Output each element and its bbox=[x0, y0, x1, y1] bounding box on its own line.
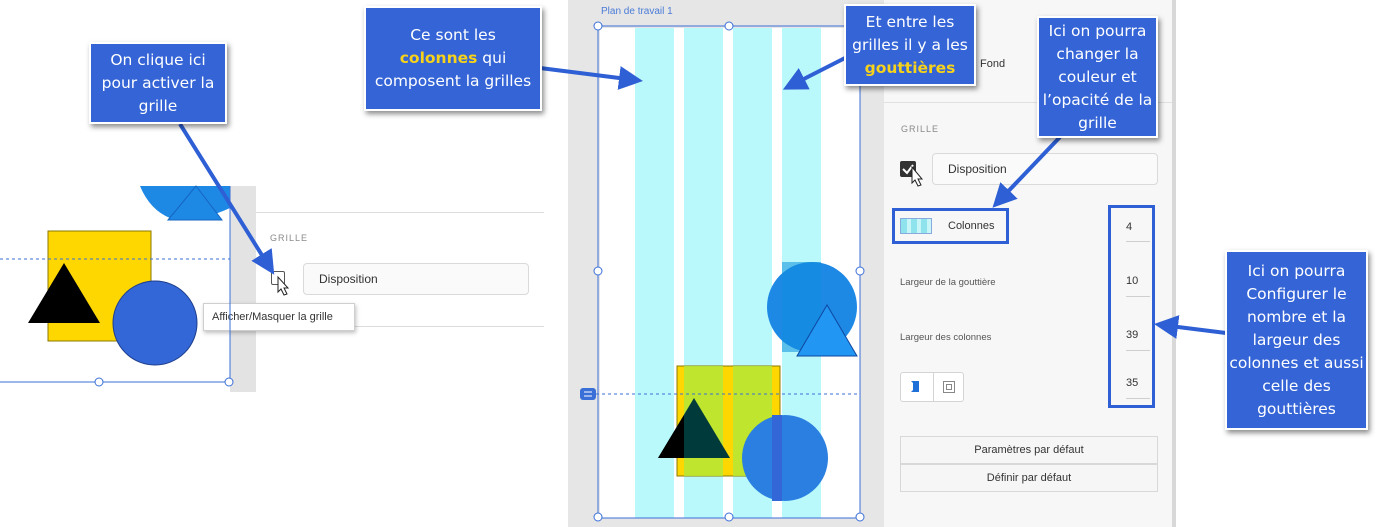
arrow-gutters bbox=[782, 56, 846, 90]
callout-text: On clique ici pour activer la grille bbox=[101, 50, 215, 115]
callout-text: Et entre les grilles il y a les gouttièr… bbox=[852, 12, 968, 77]
arrow-color bbox=[992, 135, 1062, 208]
callout-text: Ici on pourra changer la couleur et l’op… bbox=[1042, 21, 1153, 132]
arrow-columns bbox=[539, 66, 643, 90]
callout-gutters: Et entre les grilles il y a les gouttièr… bbox=[844, 4, 976, 86]
arrow-configure bbox=[1154, 315, 1227, 339]
arrow-activate bbox=[178, 122, 275, 275]
callout-text: Ici on pourra Configurer le nombre et la… bbox=[1229, 261, 1364, 418]
callout-text: Ce sont les colonnes qui composent la gri… bbox=[374, 26, 532, 90]
callout-columns: Ce sont les colonnes qui composent la gri… bbox=[364, 6, 542, 111]
callout-activate-grid: On clique ici pour activer la grille bbox=[89, 42, 227, 124]
callout-configure: Ici on pourra Configurer le nombre et la… bbox=[1225, 250, 1368, 430]
callout-color-opacity: Ici on pourra changer la couleur et l’op… bbox=[1037, 16, 1158, 138]
